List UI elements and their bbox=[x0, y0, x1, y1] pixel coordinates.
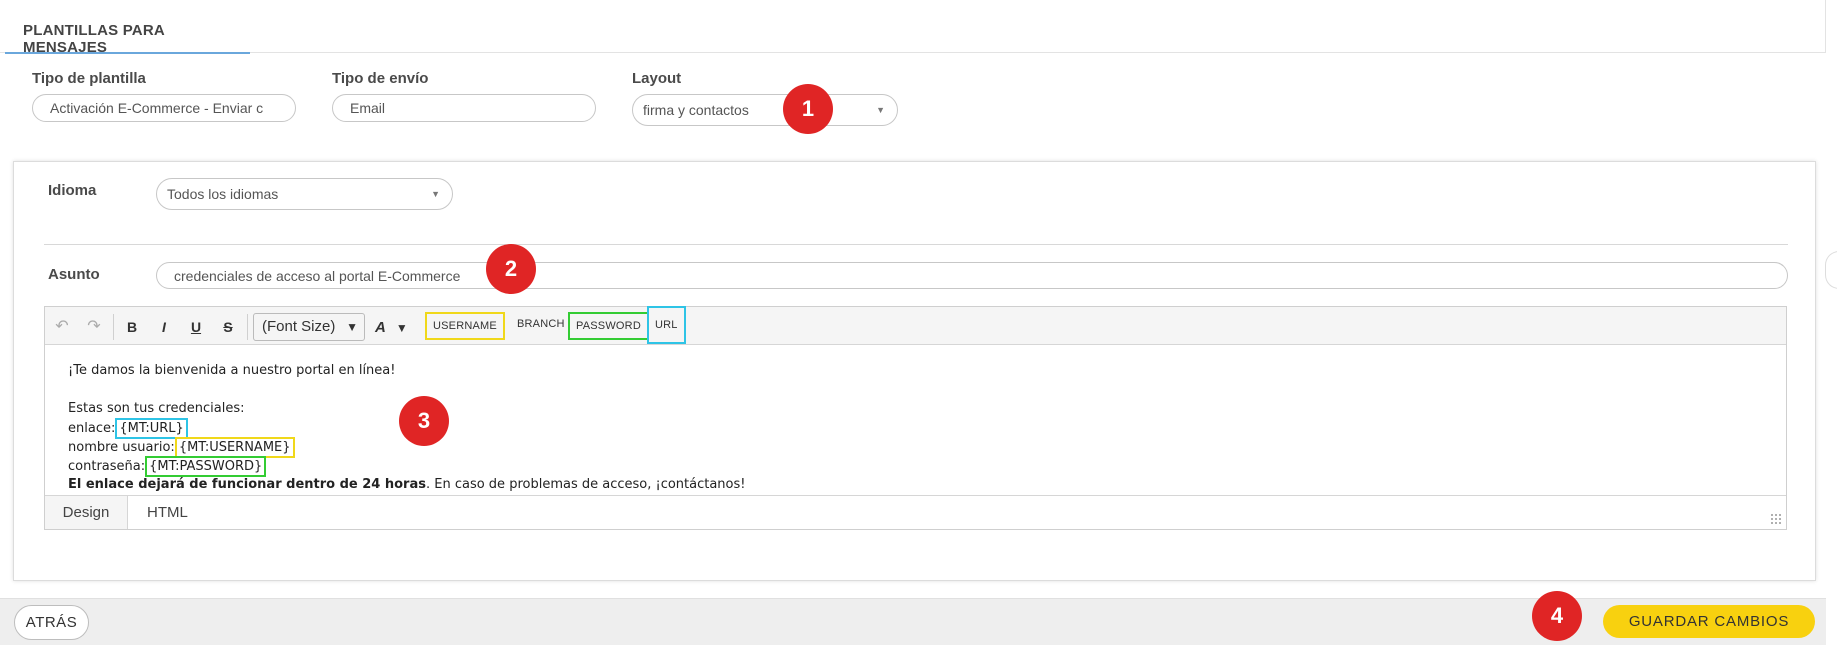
marker-4: 4 bbox=[1532, 591, 1582, 641]
editor-toolbar: ↶ ↷ B I U S (Font Size) ▼ A ▼ USERNAME BR… bbox=[45, 306, 1786, 345]
url-token: {MT:URL} bbox=[115, 418, 188, 439]
chevron-down-icon: ▼ bbox=[876, 105, 885, 115]
chevron-down-icon: ▼ bbox=[346, 320, 358, 334]
editor-footer: Design HTML bbox=[45, 495, 1786, 529]
text-color-button[interactable]: A ▼ bbox=[371, 316, 423, 338]
body-line-link: enlace: {MT:URL} bbox=[68, 418, 1786, 439]
redo-icon[interactable]: ↷ bbox=[83, 316, 105, 338]
layout-select-value: firma y contactos bbox=[643, 102, 749, 118]
header-bar: PLANTILLAS PARA MENSAJES bbox=[0, 0, 1826, 56]
page: PLANTILLAS PARA MENSAJES Tipo de plantil… bbox=[0, 0, 1837, 645]
token-password-button[interactable]: PASSWORD bbox=[568, 312, 649, 340]
layout-select[interactable]: firma y contactos ▼ bbox=[632, 94, 898, 126]
editor-content[interactable]: ¡Te damos la bienvenida a nuestro portal… bbox=[45, 345, 1786, 497]
username-token: {MT:USERNAME} bbox=[174, 437, 295, 458]
italic-button[interactable]: I bbox=[153, 316, 175, 338]
divider bbox=[44, 244, 1788, 245]
subject-label: Asunto bbox=[48, 266, 100, 283]
body-line-credentials: Estas son tus credenciales: bbox=[68, 401, 245, 416]
bold-button[interactable]: B bbox=[121, 316, 143, 338]
resize-handle-icon[interactable] bbox=[1770, 513, 1782, 525]
chevron-down-icon: ▼ bbox=[395, 321, 408, 335]
underline-button[interactable]: U bbox=[185, 316, 207, 338]
username-label: nombre usuario: bbox=[68, 440, 175, 455]
marker-2: 2 bbox=[486, 244, 536, 294]
rich-text-editor: ↶ ↷ B I U S (Font Size) ▼ A ▼ USERNAME BR… bbox=[44, 306, 1787, 530]
font-size-value: (Font Size) bbox=[262, 318, 336, 335]
subject-input[interactable]: credenciales de acceso al portal E-Comme… bbox=[156, 262, 1788, 289]
marker-1: 1 bbox=[783, 84, 833, 134]
token-username-button[interactable]: USERNAME bbox=[425, 312, 505, 340]
body-line-welcome: ¡Te damos la bienvenida a nuestro portal… bbox=[68, 363, 396, 378]
send-type-input[interactable]: Email bbox=[332, 94, 596, 122]
language-select-value: Todos los idiomas bbox=[167, 186, 279, 202]
link-label: enlace: bbox=[68, 421, 116, 436]
undo-icon[interactable]: ↶ bbox=[51, 316, 73, 338]
body-line-blank bbox=[68, 380, 1786, 399]
back-button[interactable]: ATRÁS bbox=[14, 605, 89, 640]
chevron-down-icon: ▼ bbox=[431, 189, 440, 199]
body-line-password: contraseña: {MT:PASSWORD} bbox=[68, 456, 1786, 477]
tab-design[interactable]: Design bbox=[45, 496, 128, 529]
font-size-select[interactable]: (Font Size) ▼ bbox=[253, 313, 365, 341]
tab-html[interactable]: HTML bbox=[147, 496, 188, 529]
toolbar-separator bbox=[247, 314, 248, 340]
template-panel: Idioma Todos los idiomas ▼ Asunto creden… bbox=[13, 161, 1816, 581]
language-label: Idioma bbox=[48, 182, 97, 199]
save-changes-button[interactable]: GUARDAR CAMBIOS bbox=[1603, 605, 1815, 638]
strikethrough-button[interactable]: S bbox=[217, 316, 239, 338]
send-type-label: Tipo de envío bbox=[332, 70, 429, 87]
notice-text: . En caso de problemas de acceso, ¡contá… bbox=[425, 477, 746, 492]
marker-3: 3 bbox=[399, 396, 449, 446]
notice-bold-text: El enlace dejará de funcionar dentro de … bbox=[68, 477, 426, 492]
template-type-label: Tipo de plantilla bbox=[32, 70, 146, 87]
tab-plantillas-para-mensajes[interactable]: PLANTILLAS PARA MENSAJES bbox=[5, 0, 250, 56]
layout-label: Layout bbox=[632, 70, 682, 87]
toolbar-separator bbox=[113, 314, 114, 340]
token-url-button[interactable]: URL bbox=[647, 306, 686, 344]
token-branch-button[interactable]: BRANCH bbox=[511, 312, 571, 340]
password-token: {MT:PASSWORD} bbox=[145, 456, 267, 477]
side-panel-handle[interactable] bbox=[1825, 251, 1837, 289]
font-color-icon: A bbox=[375, 319, 386, 336]
password-label: contraseña: bbox=[68, 459, 146, 474]
template-type-input[interactable]: Activación E-Commerce - Enviar c bbox=[32, 94, 296, 122]
body-line-username: nombre usuario: {MT:USERNAME} bbox=[68, 437, 1786, 458]
language-select[interactable]: Todos los idiomas ▼ bbox=[156, 178, 453, 210]
body-line-notice: El enlace dejará de funcionar dentro de … bbox=[68, 475, 1786, 494]
